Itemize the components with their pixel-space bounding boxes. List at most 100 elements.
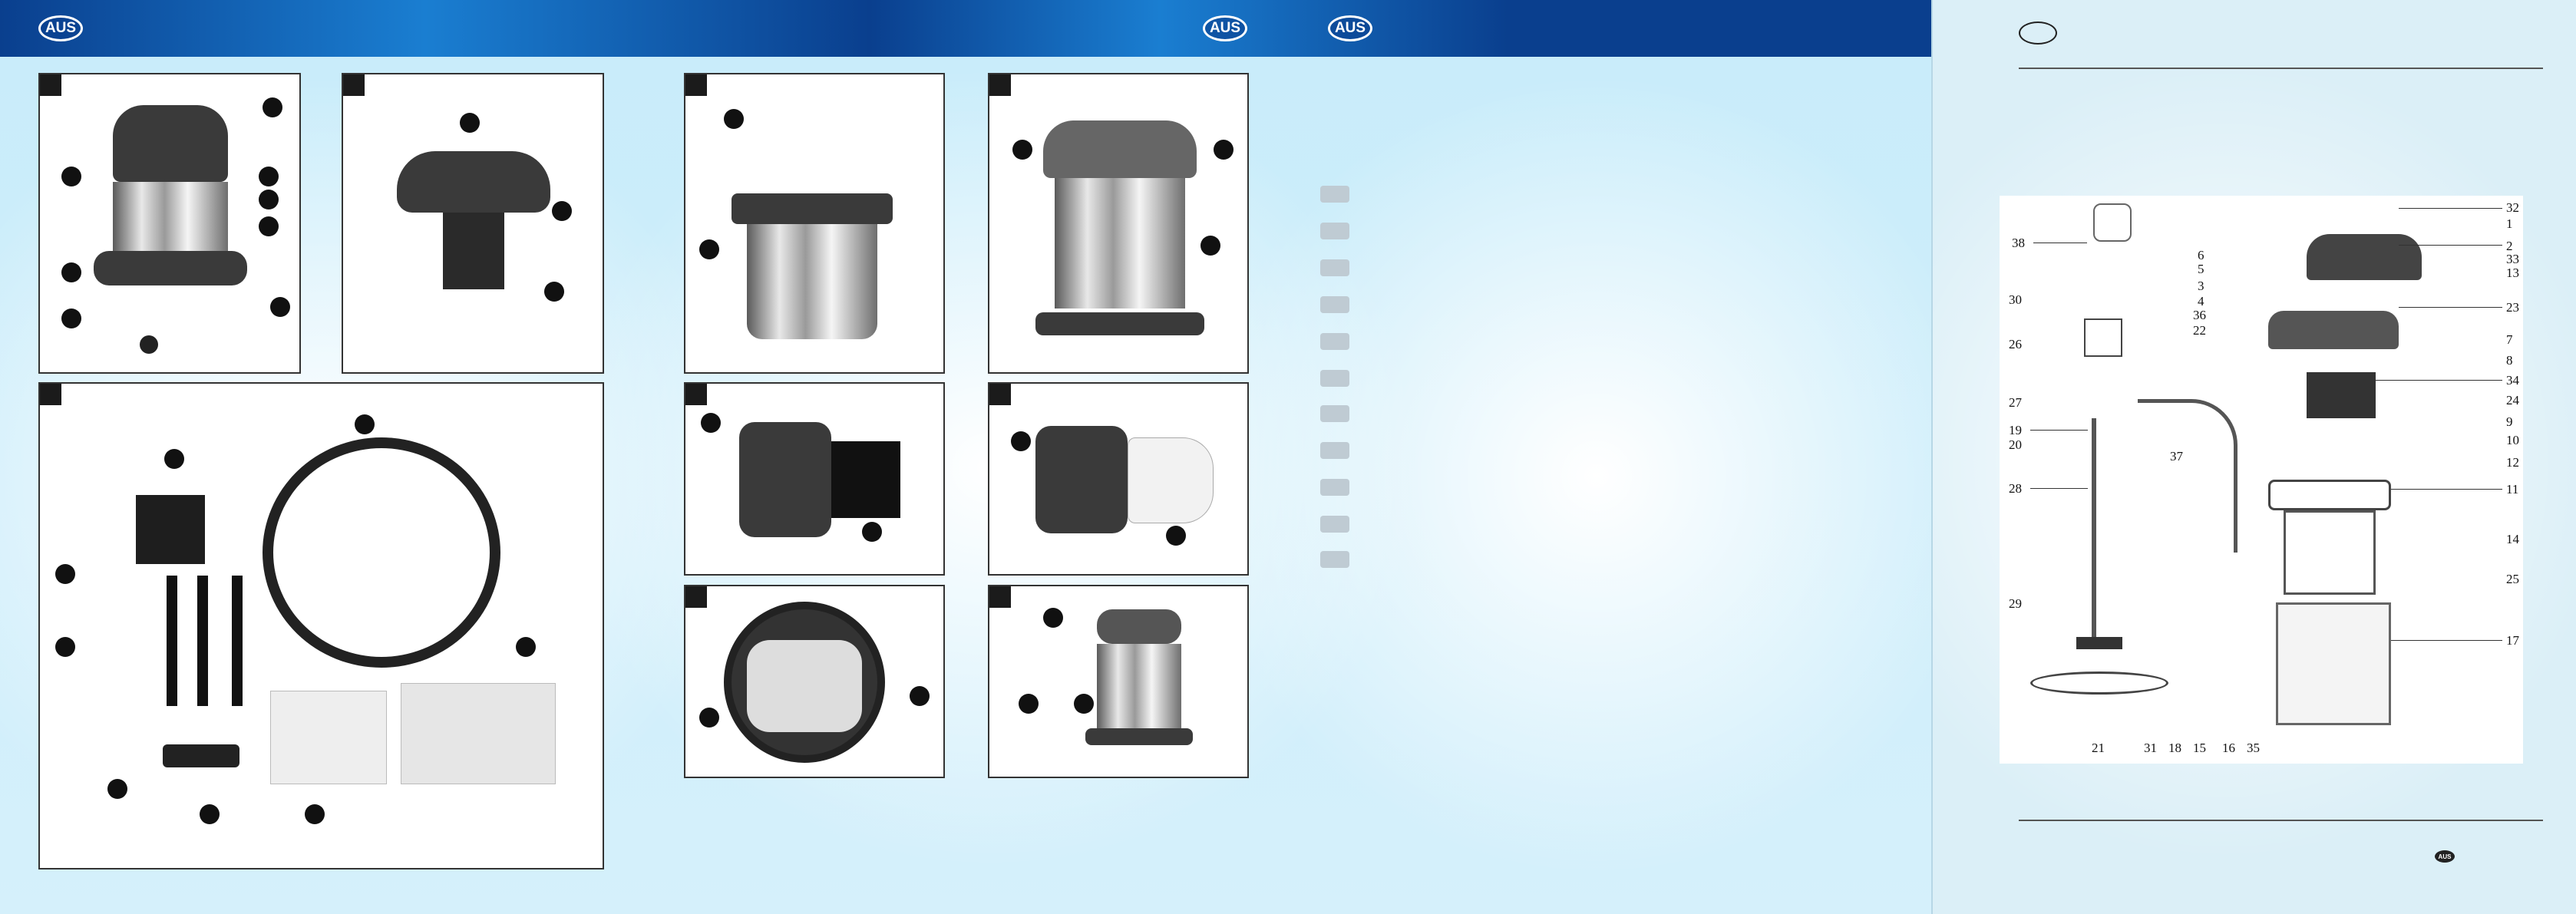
callout-1 xyxy=(724,109,744,129)
callout-3 xyxy=(1200,236,1220,256)
callout-3 xyxy=(55,564,75,584)
motor-assembly xyxy=(2307,372,2376,418)
part-number: 11 xyxy=(2506,482,2519,497)
part-number: 14 xyxy=(2506,532,2519,546)
exploded-view-diagram: 32 1 2 33 13 23 7 8 34 24 9 10 12 11 14 … xyxy=(2000,196,2523,764)
figure-vacuum-overview xyxy=(38,73,301,374)
motor-head xyxy=(739,422,831,537)
callout-3 xyxy=(1074,694,1094,714)
figure-filter-insert xyxy=(684,382,945,576)
figure-blower-use xyxy=(988,585,1249,778)
callout-1 xyxy=(701,413,721,433)
callout-2 xyxy=(910,686,930,706)
part-number: 7 xyxy=(2506,332,2513,347)
header-rule xyxy=(2019,68,2543,69)
callout-4 xyxy=(55,637,75,657)
part-number: 3 xyxy=(2198,279,2204,293)
base-trolley xyxy=(2030,671,2168,695)
callout-1 xyxy=(1011,431,1031,451)
wheel-icon xyxy=(140,335,158,354)
part-number: 23 xyxy=(2506,300,2519,315)
hose-icon xyxy=(263,437,500,668)
part-number: 34 xyxy=(2506,373,2519,388)
callout-2 xyxy=(164,449,184,469)
part-number: 8 xyxy=(2506,353,2513,368)
figure-marker xyxy=(685,74,707,96)
vacuum-tank xyxy=(113,182,228,251)
vacuum-head xyxy=(113,105,228,182)
extension-tube xyxy=(2092,418,2096,641)
filter-bag xyxy=(1128,437,1214,523)
leader-line xyxy=(2030,430,2088,431)
figure-accessories xyxy=(38,382,604,869)
callout-2 xyxy=(699,239,719,259)
callout-2 xyxy=(61,167,81,186)
part-number: 32 xyxy=(2506,200,2519,215)
callout-6 xyxy=(107,779,127,799)
dust-bag xyxy=(747,640,862,732)
country-badge-right: AUS xyxy=(1328,15,1372,41)
part-number: 37 xyxy=(2170,449,2183,464)
leader-line xyxy=(2399,208,2502,209)
figure-motor-head xyxy=(342,73,604,374)
callout-3 xyxy=(544,282,564,302)
filter-cage xyxy=(443,213,504,289)
leader-line xyxy=(2391,640,2502,641)
leader-line xyxy=(2391,489,2502,490)
tank-rim xyxy=(2268,480,2391,510)
vacuum-tank xyxy=(1055,178,1185,309)
part-number: 12 xyxy=(2506,455,2519,470)
part-number: 4 xyxy=(2198,294,2204,309)
extension-tube xyxy=(197,576,208,706)
footer-rule xyxy=(2019,820,2543,821)
callout-1 xyxy=(355,414,375,434)
head-lower xyxy=(2268,311,2399,349)
top-banner xyxy=(0,0,1933,57)
callout-7 xyxy=(200,804,220,824)
figure-marker xyxy=(989,74,1011,96)
extension-tube xyxy=(232,576,243,706)
callout-2 xyxy=(1019,694,1039,714)
part-number: 19 xyxy=(2009,423,2022,437)
part-number: 33 xyxy=(2506,252,2519,266)
cartridge-filter xyxy=(831,441,900,518)
part-number: 9 xyxy=(2506,414,2513,429)
hose-icon xyxy=(2138,399,2237,553)
figure-assembled-vacuum xyxy=(988,73,1249,374)
callout-3 xyxy=(259,167,279,186)
part-number: 35 xyxy=(2247,741,2260,755)
part-number: 1 xyxy=(2506,216,2513,231)
callout-4 xyxy=(259,190,279,210)
vacuum-tank xyxy=(1097,644,1181,728)
tank xyxy=(747,224,877,339)
paper-bag xyxy=(2084,318,2122,357)
figure-marker xyxy=(40,74,61,96)
figure-filter-bag xyxy=(988,382,1249,576)
motor-head xyxy=(2307,234,2422,280)
toc-item xyxy=(1320,442,1349,459)
figure-marker xyxy=(989,586,1011,608)
dust-bag xyxy=(270,691,387,784)
callout-1 xyxy=(460,113,480,133)
toc-item xyxy=(1320,551,1349,568)
toc-item xyxy=(1320,479,1349,496)
motor-head xyxy=(1035,426,1128,533)
part-number: 10 xyxy=(2506,433,2519,447)
leader-line xyxy=(2399,245,2502,246)
part-number: 30 xyxy=(2009,292,2022,307)
callout-8 xyxy=(305,804,325,824)
figure-marker xyxy=(343,74,365,96)
vacuum-base xyxy=(1035,312,1204,335)
footer-badge: AUS xyxy=(2435,850,2455,863)
callout-5 xyxy=(259,216,279,236)
leader-line xyxy=(2030,488,2088,489)
part-number: 5 xyxy=(2198,262,2204,276)
foam-filter xyxy=(136,495,205,564)
country-badge-middle: AUS xyxy=(1203,15,1247,41)
part-number: 21 xyxy=(2092,741,2105,755)
country-oval xyxy=(2019,21,2057,45)
figure-marker xyxy=(40,384,61,405)
toc-item xyxy=(1320,370,1349,387)
callout-1 xyxy=(263,97,282,117)
callout-1 xyxy=(1043,608,1063,628)
